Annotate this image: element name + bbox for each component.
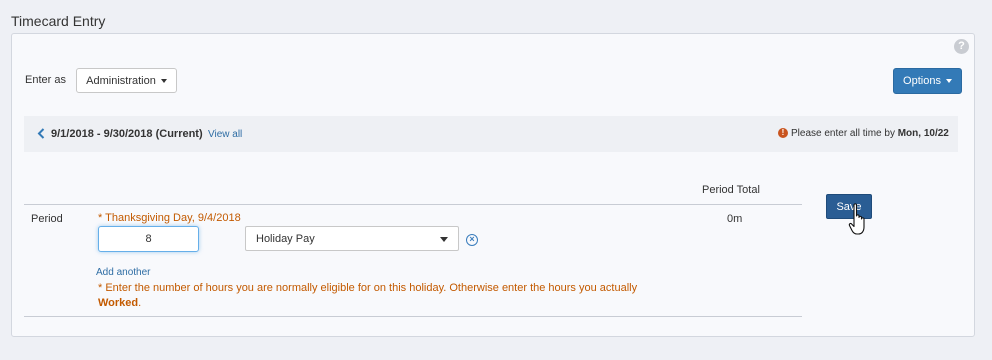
caret-down-icon xyxy=(440,237,448,242)
deadline-text: Please enter all time by xyxy=(791,128,898,139)
period-total-header: Period Total xyxy=(702,184,760,196)
alert-icon: ! xyxy=(778,128,788,138)
enter-as-dropdown[interactable]: Administration xyxy=(76,68,177,93)
pay-type-value: Holiday Pay xyxy=(256,232,315,245)
chevron-left-icon[interactable] xyxy=(37,128,45,139)
view-all-link[interactable]: View all xyxy=(208,129,242,140)
caret-down-icon xyxy=(945,79,952,83)
options-button[interactable]: Options xyxy=(893,68,962,94)
table-divider xyxy=(24,204,802,205)
deadline-date: Mon, 10/22 xyxy=(897,128,949,139)
row-period-total: 0m xyxy=(727,213,743,225)
note-worked: Worked xyxy=(98,297,139,309)
caret-down-icon xyxy=(160,78,167,83)
note-text: * Enter the number of hours you are norm… xyxy=(98,282,638,294)
table-divider xyxy=(24,316,802,317)
hand-cursor-icon xyxy=(848,203,865,235)
pay-type-select[interactable]: Holiday Pay xyxy=(245,226,459,251)
add-another-link[interactable]: Add another xyxy=(96,267,151,278)
holiday-name: * Thanksgiving Day, 9/4/2018 xyxy=(98,212,241,224)
remove-entry-icon[interactable]: × xyxy=(466,234,478,246)
enter-as-value: Administration xyxy=(86,74,156,87)
row-label: Period xyxy=(31,213,63,225)
page-title: Timecard Entry xyxy=(11,13,106,29)
note-period: . xyxy=(138,297,142,309)
hours-input[interactable] xyxy=(98,226,199,252)
enter-as-label: Enter as xyxy=(25,74,66,86)
options-label: Options xyxy=(903,75,941,87)
help-icon[interactable]: ? xyxy=(954,39,969,54)
period-range: 9/1/2018 - 9/30/2018 (Current) xyxy=(51,128,203,140)
holiday-note: * Enter the number of hours you are norm… xyxy=(98,281,678,311)
deadline-notice: Please enter all time by Mon, 10/22 xyxy=(791,128,949,139)
